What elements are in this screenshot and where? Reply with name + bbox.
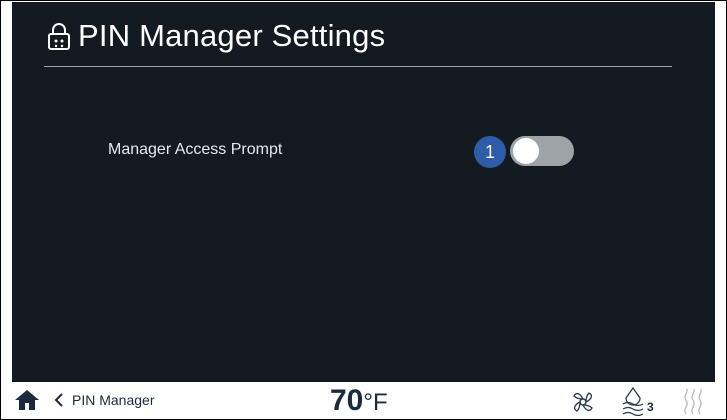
- toggle-knob: [513, 138, 539, 164]
- temperature-readout: 70°F: [330, 384, 388, 418]
- temperature-unit: °F: [363, 389, 388, 416]
- manager-access-prompt-toggle[interactable]: [510, 136, 574, 166]
- steam-icon[interactable]: [678, 386, 708, 416]
- back-link-label: PIN Manager: [72, 392, 155, 408]
- water-level: 3: [647, 400, 654, 414]
- page-title: PIN Manager Settings: [78, 18, 386, 53]
- setting-row-manager-access-prompt: Manager Access Prompt 1: [12, 132, 715, 172]
- home-icon[interactable]: [14, 388, 40, 412]
- fan-icon[interactable]: [568, 387, 598, 417]
- device-frame: PIN Manager Settings Manager Access Prom…: [0, 0, 727, 420]
- chevron-left-icon: [54, 393, 63, 407]
- back-link[interactable]: PIN Manager: [54, 392, 154, 408]
- page-header: PIN Manager Settings: [46, 14, 385, 58]
- lock-icon: [48, 23, 70, 50]
- settings-screen: PIN Manager Settings Manager Access Prom…: [12, 2, 715, 382]
- setting-label: Manager Access Prompt: [108, 141, 283, 158]
- temperature-value: 70: [330, 384, 364, 417]
- water-icon[interactable]: [620, 386, 646, 416]
- header-divider: [44, 66, 672, 67]
- bottom-bar: PIN Manager 70°F 3: [12, 382, 715, 419]
- annotation-badge: 1: [474, 136, 506, 168]
